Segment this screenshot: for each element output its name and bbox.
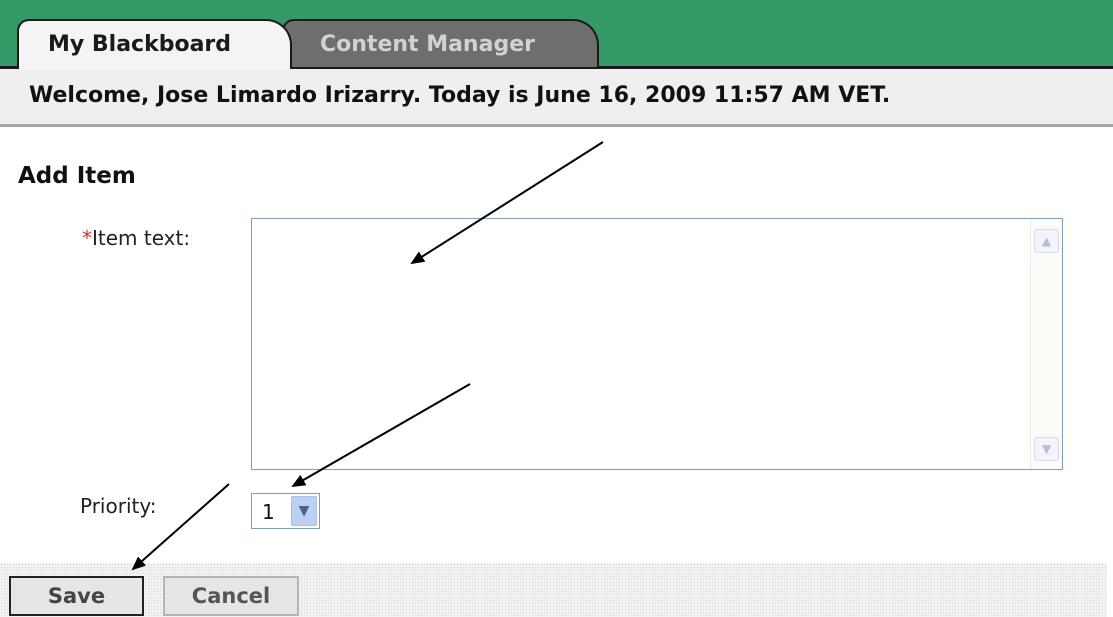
scroll-up-icon[interactable]: ▲ [1034,229,1059,253]
required-marker: * [82,226,92,250]
tab-content-manager[interactable]: Content Manager [282,19,599,67]
tab-my-blackboard[interactable]: My Blackboard [17,19,292,69]
item-text-label-text: Item text: [92,226,191,250]
cancel-button[interactable]: Cancel [163,576,299,616]
chevron-down-icon[interactable]: ▼ [291,496,317,526]
item-text-textarea[interactable]: ▲ ▼ [251,218,1063,470]
priority-select[interactable]: 1 ▼ [251,493,320,529]
item-text-label: *Item text: [82,226,190,250]
welcome-banner: Welcome, Jose Limardo Irizarry. Today is… [0,69,1113,127]
tab-bar: Content Manager My Blackboard [0,0,1113,69]
action-bar: Save Cancel [0,563,1107,617]
priority-selected-value: 1 [262,500,275,524]
save-button[interactable]: Save [9,576,144,616]
textarea-scrollbar[interactable]: ▲ ▼ [1030,219,1062,469]
priority-label: Priority: [80,494,157,518]
scroll-down-icon[interactable]: ▼ [1034,437,1059,461]
page-title: Add Item [18,163,136,189]
